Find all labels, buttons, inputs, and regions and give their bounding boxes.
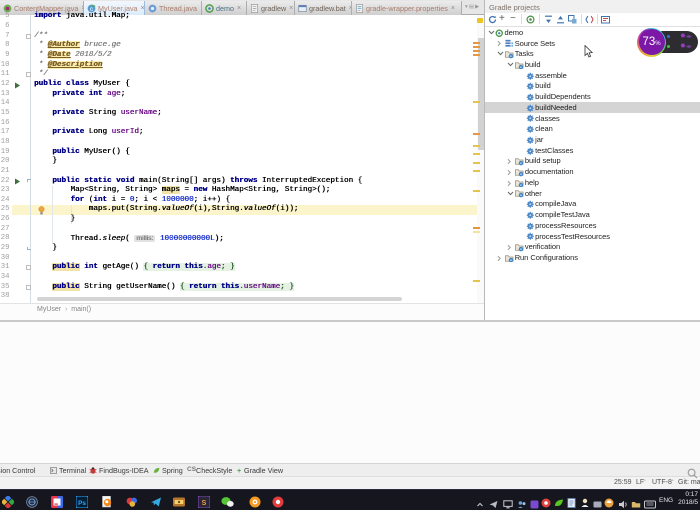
svg-text:Ps: Ps [78,500,86,507]
svg-text:S: S [202,500,207,507]
